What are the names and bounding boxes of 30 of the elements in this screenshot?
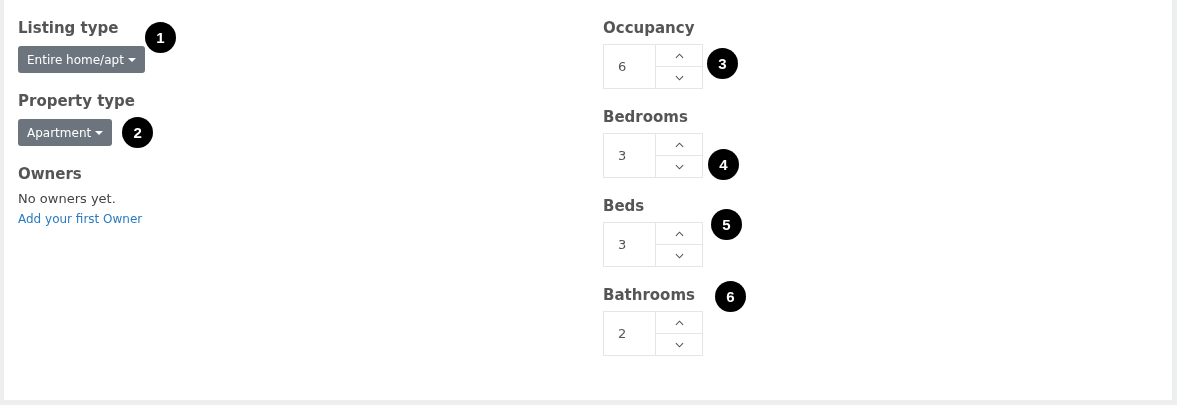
dropdown-button[interactable]: Entire home/apt (18, 46, 145, 73)
caret-icon (127, 57, 136, 62)
chevron-up-icon (674, 52, 684, 59)
caret-icon (95, 130, 104, 135)
chevron-up-icon (674, 141, 684, 148)
chevron-down-icon (674, 341, 684, 348)
number-badge: 1 (144, 22, 176, 53)
empty-message: No owners yet. (18, 190, 117, 208)
field-label: Bedrooms (603, 107, 689, 127)
number-stepper[interactable]: 3 (603, 222, 703, 267)
field-label: Owners (18, 164, 83, 184)
dropdown-button[interactable]: Apartment (18, 119, 113, 146)
number-stepper[interactable]: 2 (603, 311, 703, 356)
chevron-down-icon (674, 252, 684, 259)
field-label: Bathrooms (603, 285, 696, 305)
number-badge: 3 (707, 48, 738, 79)
field-label: Occupancy (603, 18, 696, 38)
number-badge: 2 (122, 117, 154, 148)
number-badge: 4 (708, 149, 739, 180)
field-label: Beds (603, 196, 646, 216)
number-stepper[interactable]: 3 (603, 133, 703, 178)
chevron-up-icon (674, 230, 684, 237)
add-owner-link[interactable]: Add your first Owner (18, 212, 603, 226)
number-badge: 6 (715, 281, 746, 312)
number-stepper[interactable]: 6 (603, 44, 703, 89)
chevron-down-icon (674, 74, 684, 81)
field-label: Property type (18, 91, 137, 111)
number-badge: 5 (711, 209, 742, 240)
chevron-up-icon (674, 319, 684, 326)
chevron-down-icon (674, 163, 684, 170)
